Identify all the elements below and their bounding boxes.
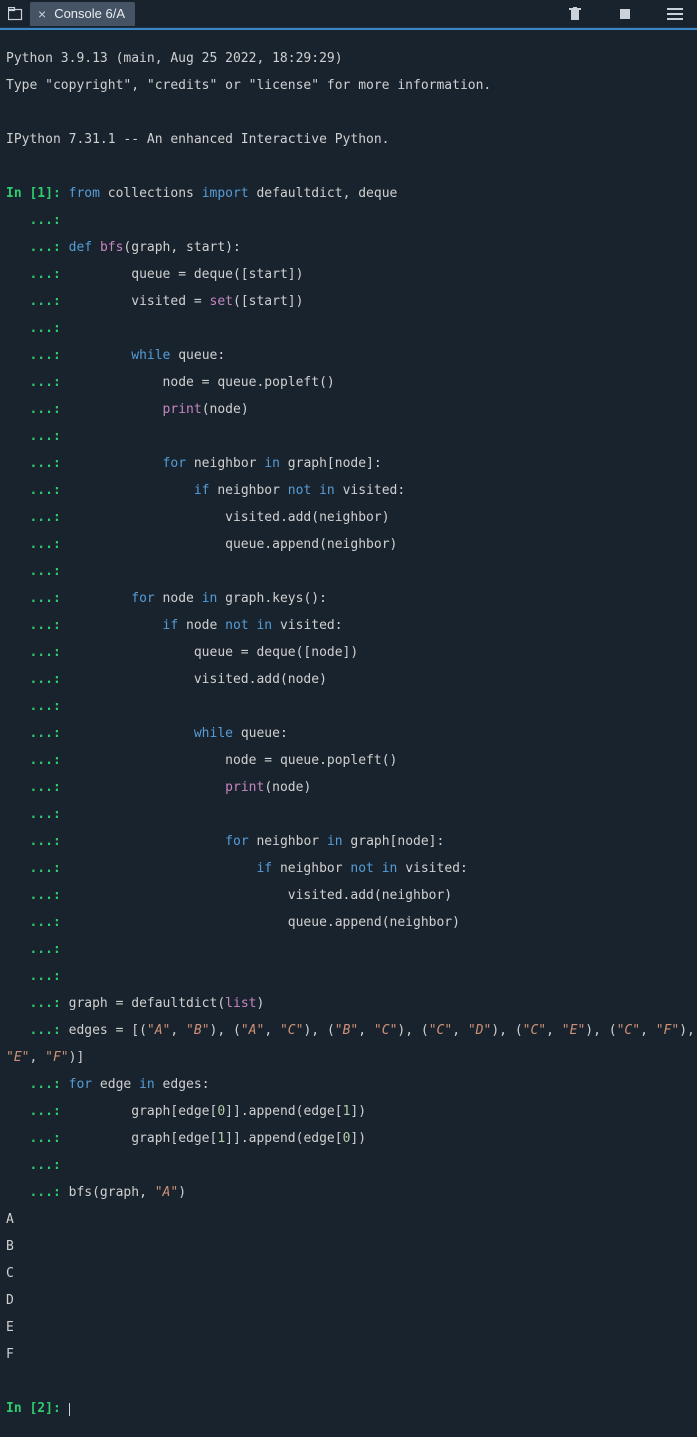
code-line: ...:	[6, 430, 691, 444]
ipython-version: IPython 7.31.1 -- An enhanced Interactiv…	[6, 133, 691, 147]
menu-icon[interactable]	[665, 4, 685, 24]
code-line: ...: while queue:	[6, 349, 691, 363]
python-version: Python 3.9.13 (main, Aug 25 2022, 18:29:…	[6, 52, 691, 66]
code-line: ...: queue.append(neighbor)	[6, 538, 691, 552]
output-line: D	[6, 1294, 691, 1308]
trash-icon[interactable]	[565, 4, 585, 24]
tab-console[interactable]: × Console 6/A	[30, 2, 135, 26]
code-line: ...: visited.add(neighbor)	[6, 889, 691, 903]
code-line: ...:	[6, 322, 691, 336]
files-icon[interactable]	[6, 4, 26, 24]
close-icon[interactable]: ×	[38, 7, 46, 21]
output-line: F	[6, 1348, 691, 1362]
code-line: ...: node = queue.popleft()	[6, 376, 691, 390]
output-line: C	[6, 1267, 691, 1281]
code-line: ...:	[6, 1159, 691, 1173]
code-line: ...:	[6, 214, 691, 228]
code-line: ...:	[6, 808, 691, 822]
code-line: ...: if neighbor not in visited:	[6, 484, 691, 498]
code-line: ...: queue = deque([start])	[6, 268, 691, 282]
code-line: "E", "F")]	[6, 1051, 691, 1065]
copyright-line: Type "copyright", "credits" or "license"…	[6, 79, 691, 93]
code-line: ...: while queue:	[6, 727, 691, 741]
code-line: ...:	[6, 700, 691, 714]
code-line: ...:	[6, 970, 691, 984]
output-line: E	[6, 1321, 691, 1335]
code-line: ...: graph[edge[0]].append(edge[1])	[6, 1105, 691, 1119]
code-line: ...: print(node)	[6, 403, 691, 417]
tab-label: Console 6/A	[54, 7, 125, 20]
code-line: ...: for neighbor in graph[node]:	[6, 835, 691, 849]
code-line: ...: visited.add(neighbor)	[6, 511, 691, 525]
code-line: ...: edges = [("A", "B"), ("A", "C"), ("…	[6, 1024, 691, 1038]
output-line: B	[6, 1240, 691, 1254]
code-line: ...: node = queue.popleft()	[6, 754, 691, 768]
code-line: ...: for edge in edges:	[6, 1078, 691, 1092]
code-line: ...: def bfs(graph, start):	[6, 241, 691, 255]
code-line: In [1]: from collections import defaultd…	[6, 187, 691, 201]
code-line: ...: visited = set([start])	[6, 295, 691, 309]
code-line: ...: for node in graph.keys():	[6, 592, 691, 606]
code-line: ...: queue = deque([node])	[6, 646, 691, 660]
code-line: ...: visited.add(node)	[6, 673, 691, 687]
code-line: ...: if neighbor not in visited:	[6, 862, 691, 876]
stop-icon[interactable]	[615, 4, 635, 24]
cursor	[69, 1403, 70, 1416]
output-line: A	[6, 1213, 691, 1227]
code-line: ...: if node not in visited:	[6, 619, 691, 633]
code-line: ...:	[6, 565, 691, 579]
prompt-in2[interactable]: In [2]:	[6, 1402, 691, 1416]
code-line: ...: graph = defaultdict(list)	[6, 997, 691, 1011]
code-line: ...: queue.append(neighbor)	[6, 916, 691, 930]
code-line: ...: bfs(graph, "A")	[6, 1186, 691, 1200]
code-line: ...: graph[edge[1]].append(edge[0])	[6, 1132, 691, 1146]
code-line: ...: print(node)	[6, 781, 691, 795]
code-line: ...:	[6, 943, 691, 957]
titlebar: × Console 6/A	[0, 0, 697, 28]
console-output[interactable]: Python 3.9.13 (main, Aug 25 2022, 18:29:…	[0, 30, 697, 1437]
code-line: ...: for neighbor in graph[node]:	[6, 457, 691, 471]
